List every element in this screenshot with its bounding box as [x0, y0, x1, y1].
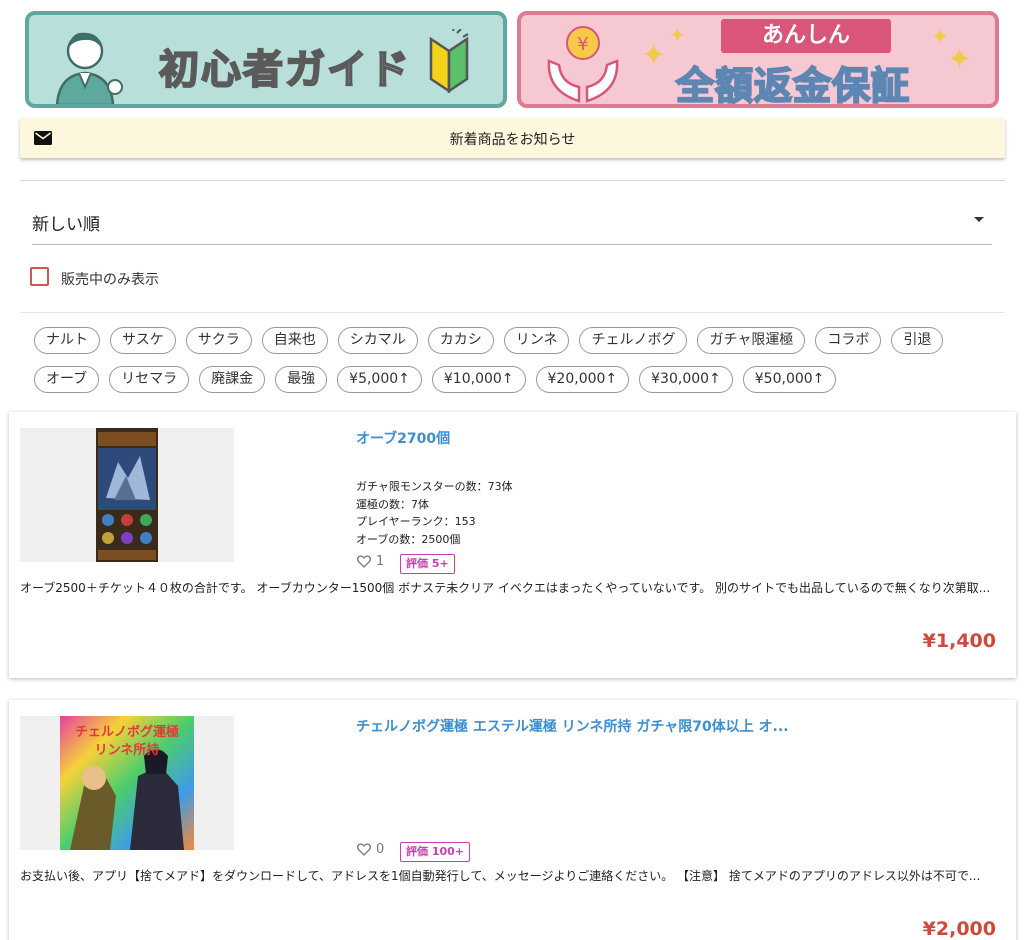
spec-orbs: オーブの数：2500個	[356, 532, 461, 546]
tag-row: オーブ リセマラ 廃課金 最強 ¥5,000↑ ¥10,000↑ ¥20,000↑ ¥30,0…	[34, 366, 984, 393]
dropdown-arrow-icon	[974, 217, 984, 222]
tag-chip[interactable]: 自来也	[261, 327, 328, 354]
product-image	[96, 428, 158, 562]
product-thumbnail[interactable]: チェルノボグ運極 リンネ所持	[20, 716, 234, 850]
product-title[interactable]: オーブ2700個	[356, 428, 450, 448]
tag-chip[interactable]: サスケ	[110, 327, 176, 354]
notify-label: 新着商品をお知らせ	[449, 132, 576, 148]
refund-ribbon: あんしん	[721, 19, 891, 53]
beginner-guide-banner[interactable]: 初心者ガイド	[25, 11, 507, 108]
tag-chip[interactable]: ¥30,000↑	[639, 366, 733, 393]
tag-chip[interactable]: ¥5,000↑	[337, 366, 422, 393]
new-item-notify-button[interactable]: 新着商品をお知らせ	[20, 118, 1005, 158]
like-button[interactable]: 0	[357, 842, 384, 857]
spec-unkyoku: 運極の数：7体	[356, 497, 429, 511]
tag-filter-list: ナルト サスケ サクラ 自来也 シカマル カカシ リンネ チェルノボグ ガチャ限運極 コラボ 引退 …	[34, 327, 984, 405]
divider	[20, 312, 1005, 313]
product-thumbnail[interactable]	[20, 428, 234, 562]
product-description: お支払い後、アプリ【捨てメアド】をダウンロードして、アドレスを1個自動発行して、…	[20, 869, 981, 883]
guide-banner-text: 初心者ガイド	[158, 46, 411, 94]
tag-chip[interactable]: ナルト	[34, 327, 100, 354]
tag-chip[interactable]: ¥50,000↑	[742, 366, 837, 393]
heart-icon	[357, 843, 371, 856]
tag-chip[interactable]: サクラ	[185, 327, 252, 354]
sort-selected-value: 新しい順	[32, 215, 100, 235]
product-specs: ガチャ限モンスターの数：73体 運極の数：7体 プレイヤーランク：153 オーブ…	[356, 478, 513, 548]
sparkle-icon: ✦	[669, 23, 686, 47]
tag-chip[interactable]: カカシ	[427, 327, 494, 354]
beginner-mark-icon	[429, 29, 469, 93]
tag-chip[interactable]: ガチャ限運極	[697, 327, 806, 354]
tag-chip[interactable]: リンネ	[503, 327, 570, 354]
sparkle-icon: ✦	[641, 38, 667, 73]
guide-person-icon	[55, 32, 123, 104]
tag-chip[interactable]: オーブ	[34, 366, 100, 393]
tag-chip[interactable]: 廃課金	[199, 366, 266, 393]
tag-chip[interactable]: コラボ	[815, 327, 882, 354]
tag-chip[interactable]: 引退	[891, 327, 944, 354]
refund-banner-text: 全額返金保証	[675, 63, 911, 108]
product-image: チェルノボグ運極 リンネ所持	[60, 716, 194, 850]
spec-gacha-monsters: ガチャ限モンスターの数：73体	[356, 480, 513, 493]
tag-chip[interactable]: リセマラ	[109, 366, 190, 393]
sort-select[interactable]: 新しい順	[32, 200, 992, 245]
like-button[interactable]: 1	[357, 554, 384, 569]
product-description: オーブ2500＋チケット４０枚の合計です。 オーブカウンター1500個 ボナステ…	[20, 581, 991, 595]
image-caption-1: チェルノボグ運極	[75, 724, 179, 740]
tag-row: ナルト サスケ サクラ 自来也 シカマル カカシ リンネ チェルノボグ ガチャ限運極 コラボ 引退	[34, 327, 984, 354]
product-price: ¥2,000	[922, 918, 996, 940]
tag-chip[interactable]: シカマル	[337, 327, 418, 354]
tag-chip[interactable]: チェルノボグ	[579, 327, 688, 354]
divider	[20, 180, 1005, 181]
rating-badge: 評価 100+	[400, 842, 471, 862]
like-count: 1	[376, 554, 385, 569]
tag-chip[interactable]: 最強	[275, 366, 328, 393]
on-sale-only-checkbox[interactable]	[30, 267, 49, 286]
product-card[interactable]: チェルノボグ運極 リンネ所持 チェルノボグ運極 エステル運極 リンネ所持 ガチャ…	[9, 700, 1016, 940]
refund-guarantee-banner[interactable]: ¥ ✦ ✦ ✦ ✦ あんしん 全額返金保証	[517, 11, 999, 108]
product-title[interactable]: チェルノボグ運極 エステル運極 リンネ所持 ガチャ限70体以上 オ...	[356, 716, 789, 736]
sparkle-icon: ✦	[947, 42, 973, 77]
on-sale-only-label[interactable]: 販売中のみ表示	[61, 269, 159, 289]
hands-coin-icon: ¥	[547, 26, 619, 103]
product-card[interactable]: オーブ2700個 ガチャ限モンスターの数：73体 運極の数：7体 プレイヤーラン…	[9, 412, 1016, 678]
rating-badge: 評価 5+	[400, 554, 455, 574]
like-count: 0	[376, 842, 385, 857]
image-caption-2: リンネ所持	[95, 742, 160, 758]
svg-text:¥: ¥	[577, 34, 588, 55]
tag-chip[interactable]: ¥20,000↑	[535, 366, 630, 393]
product-price: ¥1,400	[922, 630, 996, 652]
spec-player-rank: プレイヤーランク：153	[356, 515, 476, 529]
heart-icon	[357, 555, 371, 568]
tag-chip[interactable]: ¥10,000↑	[431, 366, 526, 393]
